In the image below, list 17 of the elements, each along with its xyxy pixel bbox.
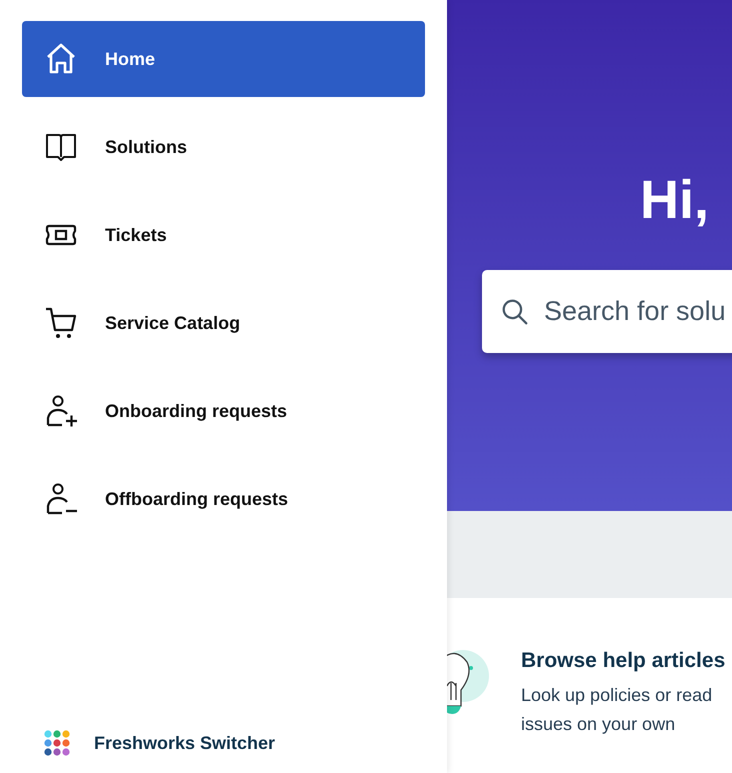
search-field[interactable]: Search for solu: [542, 290, 732, 333]
cart-icon: [44, 306, 78, 340]
sidebar-item[interactable]: Onboarding requests: [22, 373, 425, 449]
app-grid-icon[interactable]: [44, 730, 70, 756]
sidebar-item[interactable]: Tickets: [22, 197, 425, 273]
sidebar-item[interactable]: Service Catalog: [22, 285, 425, 361]
sidebar-item[interactable]: Home: [22, 21, 425, 97]
user-minus-icon: [44, 482, 78, 516]
sidebar-item[interactable]: Offboarding requests: [22, 461, 425, 537]
search-bar[interactable]: Search for solu: [482, 270, 732, 353]
switcher-label[interactable]: Freshworks Switcher: [94, 730, 276, 756]
search-icon: [502, 296, 528, 326]
greeting-heading: Hi,: [640, 169, 710, 232]
user-plus-icon: [44, 394, 78, 428]
sidebar-item[interactable]: Solutions: [22, 109, 425, 185]
card-description: Look up policies or read issues on your own: [521, 684, 714, 736]
card-title: Browse help articles: [521, 648, 726, 674]
